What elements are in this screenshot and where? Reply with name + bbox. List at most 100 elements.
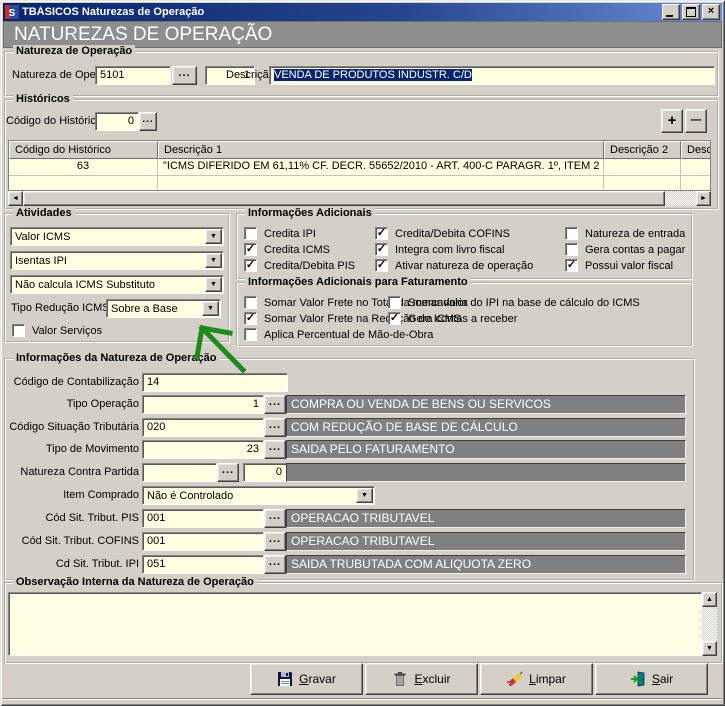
table-row[interactable] [9,176,710,191]
checkbox-box[interactable] [244,227,257,240]
checkbox-box[interactable]: ✓ [244,259,257,272]
browse-tipo-de-movimento[interactable]: ... [264,440,286,459]
aux-field-natureza-contra-partida[interactable]: 0 [243,463,287,482]
button-label-gravar: Gravar [299,672,336,686]
add-historico-button[interactable]: + [661,109,683,133]
checkbox-box[interactable]: ✓ [244,312,257,325]
label-c-digo-situa-o-tribut-ria: Código Situação Tributária [6,418,139,437]
hscroll-track[interactable] [665,191,696,206]
field-c-d-sit-tribut-cofins[interactable]: 001 [142,532,264,551]
natureza-browse-button[interactable]: ... [172,66,197,85]
field-cd-sit-tribut-ipi[interactable]: 051 [142,555,264,574]
cell-r1c4[interactable] [681,159,711,176]
cell-r2c4[interactable] [681,176,711,191]
scroll-down-icon[interactable]: ▼ [702,641,717,656]
field-c-d-sit-tribut-pis[interactable]: 001 [142,509,264,528]
checkbox-integra-com-livro-fiscal: ✓Integra com livro fiscal [375,242,533,257]
column-header-3[interactable]: Descrição 2 [604,141,681,159]
historico-browse-button[interactable]: ... [139,112,157,131]
checkbox-box[interactable]: ✓ [375,259,388,272]
exit-icon [630,671,646,687]
browse-c-digo-situa-o-tribut-ria[interactable]: ... [264,418,286,437]
desc-panel-tipo-de-movimento: SAIDA PELO FATURAMENTO [286,440,686,459]
checkbox-box[interactable] [388,296,401,309]
group-observacao: Observação Interna da Natureza de Operaç… [4,582,723,664]
field-tipo-de-movimento[interactable]: 23 [142,440,264,459]
group-observacao-title: Observação Interna da Natureza de Operaç… [13,576,257,588]
minimize-button[interactable] [662,4,680,20]
activity-combo-2[interactable]: Isentas IPI▼ [10,251,224,270]
observacao-vscrollbar[interactable]: ▲ ▼ [702,592,717,656]
remove-historico-button[interactable]: — [685,109,707,133]
application-window: S TBÁSICOS Naturezas de Operação × NATUR… [0,0,725,706]
close-button[interactable]: × [702,4,720,20]
checkbox-box[interactable]: ✓ [565,259,578,272]
checkbox-box[interactable] [565,243,578,256]
group-info-natureza: Informações da Natureza de Operação Códi… [4,358,695,581]
trash-icon [392,671,408,687]
titlebar[interactable]: S TBÁSICOS Naturezas de Operação × [3,3,722,21]
chevron-down-icon[interactable]: ▼ [356,488,373,503]
combo-item-comprado[interactable]: Não é Controlado▼ [142,486,375,505]
valor-servicos-checkbox[interactable] [12,324,25,337]
browse-c-d-sit-tribut-cofins[interactable]: ... [264,532,286,551]
browse-c-d-sit-tribut-pis[interactable]: ... [264,509,286,528]
historicos-table-body: 63"ICMS DIFERIDO EM 61,11% CF. DECR. 556… [9,159,710,191]
checkbox-box[interactable]: ✓ [244,243,257,256]
cell-r2c1[interactable] [9,176,158,191]
group-historicos-title: Históricos [13,93,73,105]
historico-codigo-field[interactable]: 0 [95,112,139,131]
chevron-down-icon[interactable]: ▼ [205,229,222,244]
scroll-up-icon[interactable]: ▲ [702,592,717,607]
activity-combo-1[interactable]: Valor ICMS▼ [10,227,224,246]
descricao-field[interactable]: VENDA DE PRODUTOS INDUSTR. C/D [269,66,715,85]
cell-r1c2[interactable]: "ICMS DIFERIDO EM 61,11% CF. DECR. 55652… [158,159,604,176]
field-tipo-opera-o[interactable]: 1 [142,395,264,414]
scroll-left-icon[interactable]: ◄ [8,191,23,206]
info-adicionais-col1: Credita IPI✓Credita ICMS✓Credita/Debita … [244,226,355,274]
vscroll-track[interactable] [702,607,717,641]
checkbox-label: Credita IPI [264,228,316,240]
table-row[interactable]: 63"ICMS DIFERIDO EM 61,11% CF. DECR. 556… [9,159,710,176]
natureza-codigo-field[interactable]: 5101 [95,66,171,85]
hscroll-thumb[interactable] [23,191,665,206]
browse-natureza-contra-partida[interactable]: ... [217,463,239,482]
excluir-button[interactable]: Excluir [365,663,478,695]
column-header-4[interactable]: Descriç [681,141,711,159]
browse-cd-sit-tribut-ipi[interactable]: ... [264,555,286,574]
field-natureza-contra-partida[interactable] [142,463,217,482]
cell-r1c1[interactable]: 63 [9,159,158,176]
tipo-reducao-combo[interactable]: Sobre a Base ▼ [106,299,221,318]
observacao-textarea[interactable] [8,592,702,656]
column-header-2[interactable]: Descrição 1 [158,141,604,159]
sair-button[interactable]: Sair [595,663,708,695]
checkbox-box[interactable] [244,328,257,341]
activity-combo-3[interactable]: Não calcula ICMS Substituto▼ [10,275,224,294]
historicos-hscrollbar[interactable]: ◄ ► [8,191,711,206]
field-c-digo-situa-o-tribut-ria[interactable]: 020 [142,418,264,437]
maximize-button[interactable] [682,4,700,20]
checkbox-box[interactable] [565,227,578,240]
field-c-digo-de-contabiliza-o[interactable]: 14 [142,373,288,392]
scroll-right-icon[interactable]: ► [696,191,711,206]
label-tipo-opera-o: Tipo Operação [6,395,139,414]
chevron-down-icon[interactable]: ▼ [205,277,222,292]
checkbox-box[interactable]: ✓ [375,227,388,240]
chevron-down-icon[interactable]: ▼ [205,253,222,268]
cell-r2c2[interactable] [158,176,604,191]
eraser-icon [507,671,523,687]
limpar-button[interactable]: Limpar [480,663,593,695]
browse-tipo-opera-o[interactable]: ... [264,395,286,414]
button-label-excluir: Excluir [414,672,450,686]
gravar-button[interactable]: Gravar [250,663,363,695]
chevron-down-icon[interactable]: ▼ [202,301,219,316]
cell-r1c3[interactable] [604,159,681,176]
cell-r2c3[interactable] [604,176,681,191]
checkbox-box[interactable]: ✓ [388,312,401,325]
checkbox-box[interactable] [244,296,257,309]
desc-panel-natureza-contra-partida [286,463,686,482]
descricao-selected-text: VENDA DE PRODUTOS INDUSTR. C/D [274,69,472,81]
checkbox-box[interactable]: ✓ [375,243,388,256]
button-label-limpar: Limpar [529,672,566,686]
column-header-1[interactable]: Código do Histórico [9,141,158,159]
